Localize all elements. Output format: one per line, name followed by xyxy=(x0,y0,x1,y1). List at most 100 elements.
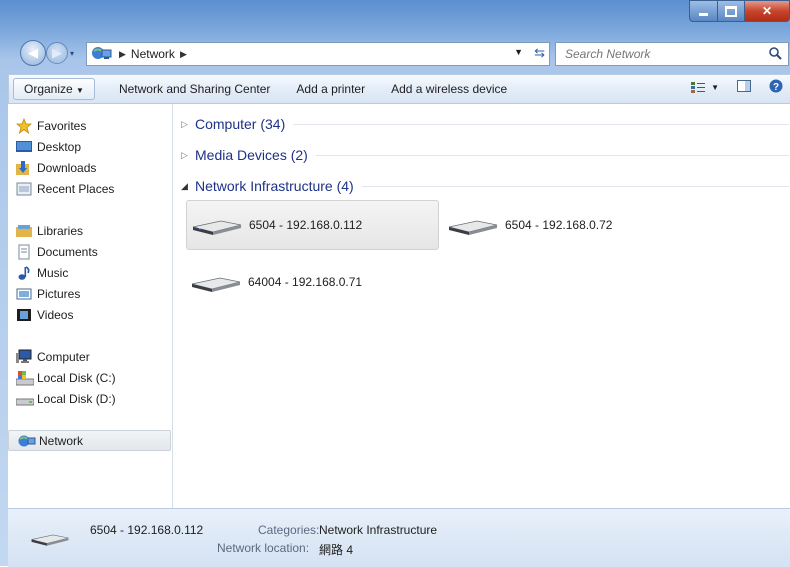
chevron-down-icon: ▼ xyxy=(76,86,84,95)
nav-libraries[interactable]: Libraries xyxy=(16,220,83,241)
router-icon xyxy=(190,272,242,292)
disk-c-icon xyxy=(15,370,35,386)
address-field[interactable]: ▶ Network ▶ ▼ ⇆ xyxy=(86,42,550,66)
device-name: 6504 - 192.168.0.72 xyxy=(505,218,613,232)
nav-favorites[interactable]: Favorites xyxy=(15,115,86,136)
network-location-label: Network location: xyxy=(217,541,310,555)
nav-computer[interactable]: Computer xyxy=(16,346,90,367)
nav-label: Videos xyxy=(37,307,74,322)
nav-desktop[interactable]: Desktop xyxy=(16,136,81,157)
network-location-value: 網路 4 xyxy=(319,543,354,557)
search-icon[interactable] xyxy=(768,46,782,63)
categories-label: Categories: xyxy=(258,523,320,537)
nav-videos[interactable]: Videos xyxy=(16,304,73,325)
nav-label: Local Disk (D:) xyxy=(37,391,116,406)
add-printer-button[interactable]: Add a printer xyxy=(286,79,375,99)
nav-local-disk-c[interactable]: Local Disk (C:) xyxy=(15,367,116,388)
computer-icon xyxy=(16,349,32,365)
device-name: 6504 - 192.168.0.112 xyxy=(249,218,363,232)
file-list[interactable]: ▷ Computer (34) ▷ Media Devices (2) ◢ Ne… xyxy=(173,104,790,508)
nav-recent-places[interactable]: Recent Places xyxy=(16,178,114,199)
address-dropdown-button[interactable]: ▼ xyxy=(514,47,523,57)
device-tile[interactable]: 6504 - 192.168.0.72 xyxy=(443,200,643,250)
network-sharing-center-button[interactable]: Network and Sharing Center xyxy=(109,79,280,99)
nav-pictures[interactable]: Pictures xyxy=(16,283,80,304)
nav-label: Pictures xyxy=(37,286,81,301)
nav-label: Music xyxy=(37,265,69,280)
device-tile[interactable]: 6504 - 192.168.0.112 xyxy=(186,200,439,250)
network-icon xyxy=(91,45,113,64)
recent-places-icon xyxy=(16,181,32,197)
nav-downloads[interactable]: Downloads xyxy=(16,157,96,178)
nav-label: Desktop xyxy=(37,139,82,154)
breadcrumb-separator[interactable]: ▶ xyxy=(119,49,126,60)
nav-label: Local Disk (C:) xyxy=(37,370,116,385)
categories-value: Network Infrastructure xyxy=(319,523,438,537)
disk-d-icon xyxy=(15,391,35,407)
forward-icon: ▶ xyxy=(52,45,62,60)
collapse-icon[interactable]: ◢ xyxy=(181,181,189,192)
expand-icon[interactable]: ▷ xyxy=(181,150,189,161)
expand-icon[interactable]: ▷ xyxy=(181,119,189,130)
explorer-content: Favorites Desktop Downloads Recent Place… xyxy=(8,104,790,508)
command-bar: Organize ▼ Network and Sharing Center Ad… xyxy=(8,74,790,104)
recent-pages-button[interactable]: ▾ xyxy=(70,49,74,58)
close-button[interactable]: ✕ xyxy=(745,0,790,22)
nav-label: Libraries xyxy=(37,223,84,238)
router-icon xyxy=(191,215,243,235)
views-button[interactable]: ▼ xyxy=(691,81,719,94)
caption-buttons: ✕ xyxy=(689,0,790,22)
nav-label: Downloads xyxy=(37,160,97,175)
help-icon[interactable]: ? xyxy=(769,79,783,96)
router-icon xyxy=(30,529,70,550)
nav-documents[interactable]: Documents xyxy=(16,241,98,262)
preview-pane-icon[interactable] xyxy=(737,80,751,95)
minimize-button[interactable] xyxy=(689,0,718,22)
group-computer[interactable]: ▷ Computer (34) xyxy=(181,114,789,134)
back-button[interactable]: ◀ xyxy=(20,40,46,66)
documents-icon xyxy=(16,244,32,260)
forward-button[interactable]: ▶ xyxy=(46,42,68,64)
search-input[interactable] xyxy=(563,46,757,62)
nav-network[interactable]: Network xyxy=(8,430,171,451)
breadcrumb-network[interactable]: Network xyxy=(131,47,175,61)
group-media-devices[interactable]: ▷ Media Devices (2) xyxy=(181,145,789,165)
videos-icon xyxy=(16,307,32,323)
breadcrumb: Network ▶ xyxy=(131,47,187,61)
search-box[interactable] xyxy=(555,42,789,66)
downloads-folder-icon xyxy=(16,160,32,176)
organize-label: Organize xyxy=(24,82,73,96)
views-icon xyxy=(691,81,706,93)
chevron-down-icon: ▼ xyxy=(711,83,719,92)
maximize-button[interactable] xyxy=(718,0,745,22)
nav-label: Computer xyxy=(37,349,90,364)
group-header: Network Infrastructure (4) xyxy=(195,178,354,194)
group-network-infrastructure[interactable]: ◢ Network Infrastructure (4) xyxy=(181,176,789,196)
nav-label: Recent Places xyxy=(37,181,115,196)
desktop-icon xyxy=(16,139,32,155)
nav-local-disk-d[interactable]: Local Disk (D:) xyxy=(15,388,116,409)
device-name: 64004 - 192.168.0.71 xyxy=(248,275,363,289)
add-wireless-device-button[interactable]: Add a wireless device xyxy=(381,79,517,99)
organize-button[interactable]: Organize ▼ xyxy=(13,78,95,100)
nav-music[interactable]: Music xyxy=(16,262,68,283)
nav-label: Documents xyxy=(37,244,98,259)
network-icon xyxy=(18,433,36,449)
svg-text:?: ? xyxy=(773,82,779,93)
group-divider xyxy=(315,154,789,156)
refresh-icon[interactable]: ⇆ xyxy=(534,45,545,61)
back-icon: ◀ xyxy=(28,45,38,60)
details-device-name: 6504 - 192.168.0.112 xyxy=(90,523,204,537)
details-pane: 6504 - 192.168.0.112 Categories: Network… xyxy=(8,508,790,567)
group-header: Media Devices (2) xyxy=(195,147,308,163)
pictures-icon xyxy=(16,286,32,302)
nav-label: Network xyxy=(39,433,84,448)
window-frame: ✕ ◀ ▶ ▾ ▶ Network ▶ ▼ ⇆ Organize ▼ Netwo xyxy=(0,0,790,567)
address-bar-row: ◀ ▶ ▾ ▶ Network ▶ ▼ ⇆ xyxy=(0,38,790,68)
title-bar[interactable]: ✕ xyxy=(0,0,790,30)
group-divider xyxy=(361,185,789,187)
device-tile[interactable]: 64004 - 192.168.0.71 xyxy=(186,257,439,307)
breadcrumb-separator[interactable]: ▶ xyxy=(180,49,187,60)
navigation-pane[interactable]: Favorites Desktop Downloads Recent Place… xyxy=(8,104,173,508)
libraries-icon xyxy=(16,223,32,239)
